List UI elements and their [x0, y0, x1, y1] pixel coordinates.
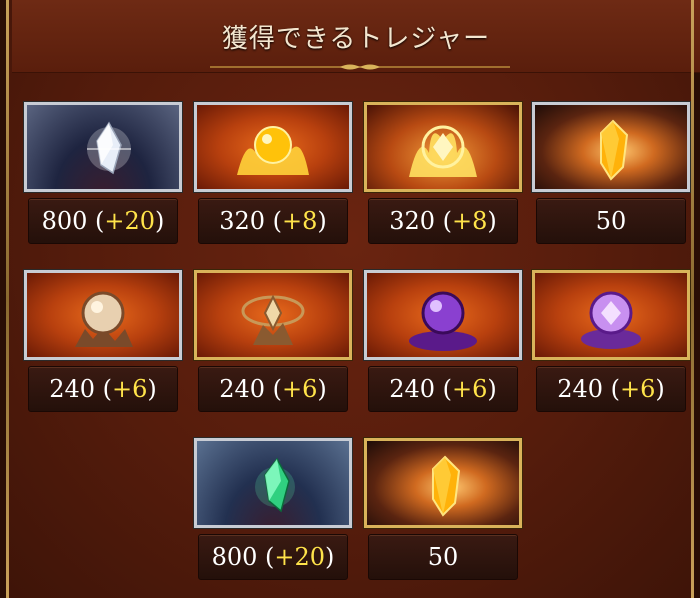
dark-orb-icon — [409, 291, 477, 351]
amount-label: 800 (+20) — [28, 198, 178, 244]
gold-gem-icon — [600, 119, 629, 181]
item-frame — [532, 270, 690, 360]
amount-label: 50 — [368, 534, 518, 580]
item-frame — [364, 270, 522, 360]
item-frame — [24, 270, 182, 360]
treasure-item[interactable]: 240 (+6) — [24, 270, 182, 420]
amount-label: 320 (+8) — [368, 198, 518, 244]
earth-orb-icon — [75, 291, 133, 347]
treasure-panel: 獲得できるトレジャー 800 (+20) 320 (+8) 320 (+8) 5… — [0, 0, 700, 598]
amount-label: 240 (+6) — [368, 366, 518, 412]
panel-header: 獲得できるトレジャー — [12, 0, 700, 73]
golden-flame-sigil-icon — [409, 125, 477, 177]
item-frame — [194, 270, 352, 360]
treasure-item[interactable]: 320 (+8) — [194, 102, 352, 252]
treasure-item[interactable]: 50 — [364, 438, 522, 588]
amount-label: 240 (+6) — [198, 366, 348, 412]
treasure-item[interactable]: 240 (+6) — [364, 270, 522, 420]
dark-sigil-icon — [581, 291, 641, 349]
white-crystal-icon — [87, 121, 131, 175]
amount-label: 320 (+8) — [198, 198, 348, 244]
item-frame — [194, 438, 352, 528]
panel-title: 獲得できるトレジャー — [221, 24, 491, 54]
gold-gem-icon — [432, 455, 461, 517]
earth-sigil-icon — [241, 294, 305, 345]
treasure-item[interactable]: 800 (+20) — [194, 438, 352, 588]
treasure-item[interactable]: 240 (+6) — [194, 270, 352, 420]
amount-label: 240 (+6) — [536, 366, 686, 412]
golden-flame-orb-icon — [237, 126, 309, 175]
green-crystal-icon — [255, 457, 295, 513]
amount-label: 50 — [536, 198, 686, 244]
item-frame — [532, 102, 690, 192]
item-frame — [364, 438, 522, 528]
treasure-item[interactable]: 320 (+8) — [364, 102, 522, 252]
item-frame — [194, 102, 352, 192]
treasure-item[interactable]: 240 (+6) — [532, 270, 690, 420]
item-frame — [364, 102, 522, 192]
amount-label: 800 (+20) — [198, 534, 348, 580]
header-ornament-icon — [210, 64, 510, 70]
treasure-item[interactable]: 50 — [532, 102, 690, 252]
amount-label: 240 (+6) — [28, 366, 178, 412]
item-frame — [24, 102, 182, 192]
treasure-item[interactable]: 800 (+20) — [24, 102, 182, 252]
